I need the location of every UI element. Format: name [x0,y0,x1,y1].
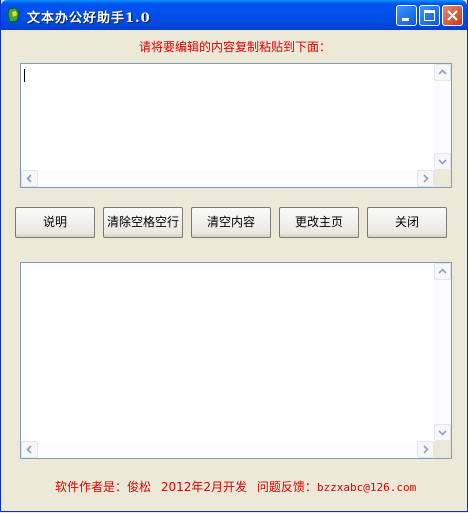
clear-content-button[interactable]: 清空内容 [191,207,271,238]
output-horizontal-scrollbar[interactable] [21,441,434,458]
feedback-label: 问题反馈： [256,480,317,494]
clear-spaces-button[interactable]: 清除空格空行 [103,207,183,238]
close-icon [447,10,458,21]
scroll-down-button[interactable] [434,424,451,441]
maximize-icon [424,10,435,21]
maximize-button[interactable] [419,5,440,26]
chevron-down-icon [438,430,447,436]
instruction-label: 请将要编辑的内容复制粘贴到下面： [138,40,331,54]
change-homepage-button[interactable]: 更改主页 [279,207,359,238]
chevron-up-icon [438,268,447,274]
close-button[interactable]: 关闭 [367,207,447,238]
app-icon [7,7,20,23]
chevron-left-icon [26,174,32,183]
scroll-up-button[interactable] [434,263,451,280]
chevron-left-icon [26,445,32,454]
app-window: 文本办公好助手1.0 请将要编辑的内容复制粘贴到下面： 说明 清除空格空行 清空… [0,0,468,512]
scrollbar-corner [434,441,451,458]
text-caret [24,69,25,82]
minimize-button[interactable] [396,5,417,26]
output-vertical-scrollbar[interactable] [434,263,451,441]
minimize-icon [402,18,409,21]
scroll-left-button[interactable] [21,441,38,458]
scroll-left-button[interactable] [21,170,38,187]
chevron-right-icon [423,174,429,183]
author-label: 软件作者是：俊松 [55,480,152,494]
output-text-area[interactable] [20,262,452,459]
input-horizontal-scrollbar[interactable] [21,170,434,187]
scroll-down-button[interactable] [434,153,451,170]
input-text-area[interactable] [20,63,452,188]
scroll-up-button[interactable] [434,64,451,81]
input-vertical-scrollbar[interactable] [434,64,451,170]
title-bar[interactable]: 文本办公好助手1.0 [1,0,467,30]
email-text: bzzxabc@126.com [316,481,417,494]
chevron-right-icon [423,445,429,454]
scroll-right-button[interactable] [417,170,434,187]
scroll-right-button[interactable] [417,441,434,458]
help-button[interactable]: 说明 [15,207,95,238]
chevron-up-icon [438,69,447,75]
close-window-button[interactable] [442,5,463,26]
date-label: 2012年2月开发 [160,480,248,494]
chevron-down-icon [438,159,447,165]
scrollbar-corner [434,170,451,187]
window-title: 文本办公好助手1.0 [27,11,151,26]
footer-info: 软件作者是：俊松 2012年2月开发 问题反馈：bzzxabc@126.com [55,478,422,495]
